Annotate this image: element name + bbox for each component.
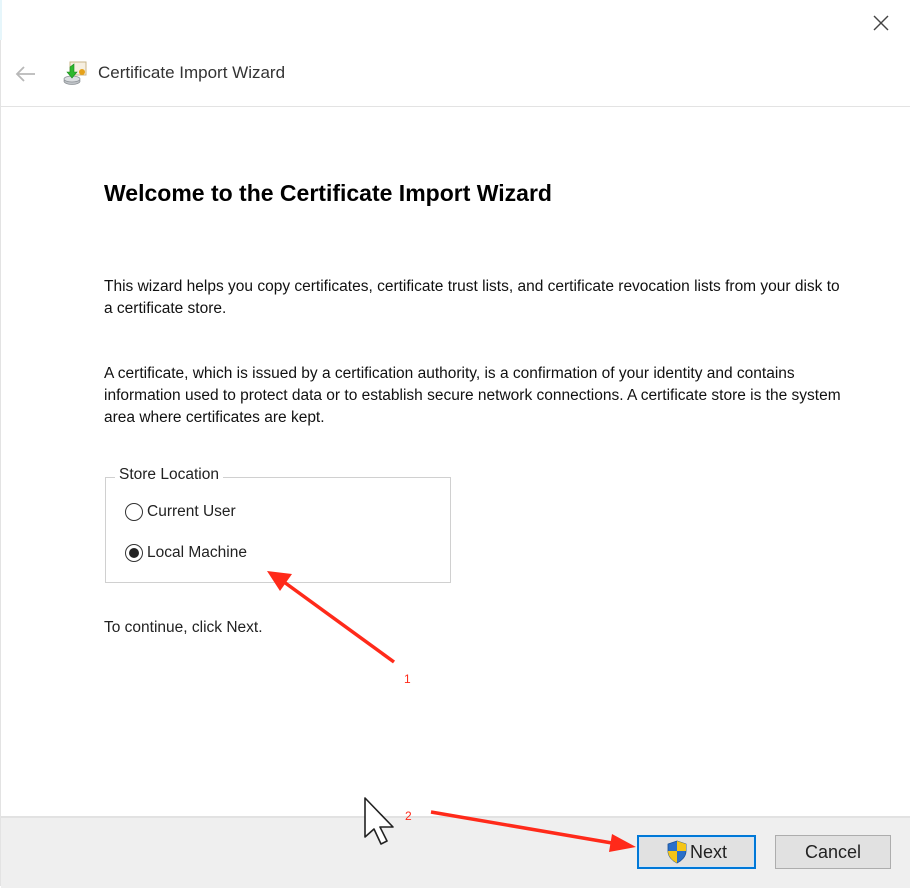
annotation-arrows — [267, 571, 636, 852]
store-location-legend: Store Location — [115, 466, 223, 484]
store-location-group: Store Location Current User Local Machin… — [105, 466, 451, 583]
annotation-arrow-1 — [267, 571, 396, 664]
page-title: Welcome to the Certificate Import Wizard — [104, 180, 552, 206]
cancel-button-label: Cancel — [804, 841, 862, 862]
radio-label-current-user: Current User — [147, 503, 236, 520]
annotation-label-1: 1 — [404, 672, 411, 686]
annotation-label-2: 2 — [405, 809, 412, 823]
intro-paragraph: This wizard helps you copy certificates,… — [104, 278, 840, 317]
back-button[interactable] — [11, 60, 41, 88]
radio-button-checked[interactable] — [125, 544, 143, 562]
wizard-header: Certificate Import Wizard — [1, 44, 910, 107]
certificate-description-paragraph: A certificate, which is issued by a cert… — [104, 365, 841, 426]
window-edge-accent — [0, 0, 2, 40]
back-arrow-icon — [15, 66, 35, 82]
uac-shield-icon — [666, 840, 688, 864]
continue-instruction: To continue, click Next. — [104, 619, 263, 636]
mouse-cursor-icon — [364, 797, 394, 845]
close-button[interactable] — [862, 6, 900, 40]
close-icon — [873, 15, 889, 31]
cancel-button[interactable]: Cancel — [775, 835, 891, 869]
certificate-wizard-icon — [63, 61, 87, 85]
window-left-border — [0, 40, 1, 886]
next-button[interactable]: Next — [637, 835, 756, 869]
wizard-footer: Next Cancel — [1, 816, 910, 888]
wizard-title: Certificate Import Wizard — [98, 63, 286, 82]
radio-local-machine[interactable]: Local Machine — [125, 544, 247, 562]
radio-button-unchecked[interactable] — [125, 503, 143, 521]
radio-current-user[interactable]: Current User — [125, 503, 236, 521]
next-button-label: Next — [689, 841, 727, 862]
radio-label-local-machine: Local Machine — [147, 544, 247, 561]
radio-selected-dot — [129, 548, 139, 558]
